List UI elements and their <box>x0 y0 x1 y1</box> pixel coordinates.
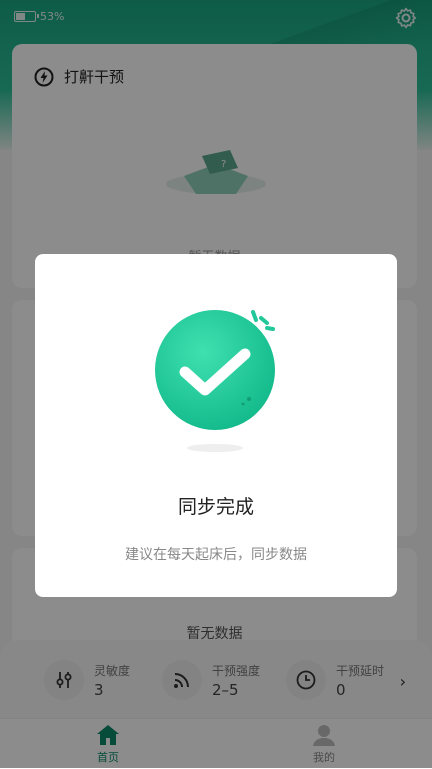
dialog-title: 同步完成 <box>177 496 254 518</box>
dialog-subtitle: 建议在每天起床后，同步数据 <box>125 547 307 563</box>
check-circle-icon <box>155 310 275 452</box>
sync-complete-dialog: 同步完成 建议在每天起床后，同步数据 <box>35 254 397 597</box>
